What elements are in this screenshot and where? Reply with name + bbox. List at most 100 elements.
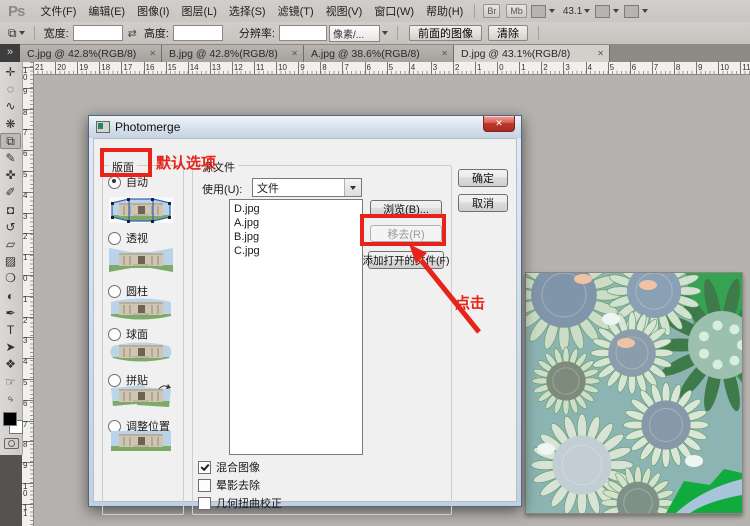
ruler-number: 2 bbox=[543, 63, 547, 72]
use-combobox[interactable]: 文件 bbox=[252, 178, 362, 197]
menu-item[interactable]: 滤镜(T) bbox=[272, 6, 320, 18]
view-extras-icon[interactable] bbox=[595, 5, 610, 18]
resolution-unit-select[interactable]: 像素/... bbox=[329, 25, 380, 42]
swap-width-height-icon[interactable]: ⇄ bbox=[128, 27, 137, 40]
document-tab[interactable]: C.jpg @ 42.8%(RGB/8)✕ bbox=[20, 45, 162, 62]
ruler-number: 20 bbox=[57, 63, 66, 72]
width-input[interactable] bbox=[73, 25, 123, 41]
tab-overflow-button[interactable]: » bbox=[0, 44, 20, 62]
history-brush-tool[interactable]: ↺ bbox=[0, 219, 21, 235]
ruler-number: 7 bbox=[23, 130, 27, 137]
crop-tool[interactable]: ⧉ bbox=[0, 133, 21, 149]
pen-tool[interactable]: ✒ bbox=[0, 305, 21, 321]
file-list-item[interactable]: D.jpg bbox=[234, 202, 362, 216]
chevron-down-icon[interactable] bbox=[19, 31, 25, 35]
checkbox-row[interactable]: 晕影去除 bbox=[198, 477, 260, 493]
screen-mode-icon[interactable] bbox=[624, 5, 639, 18]
height-label: 高度: bbox=[144, 25, 169, 41]
type-tool[interactable]: T bbox=[0, 322, 21, 338]
menu-bar: Ps 文件(F)编辑(E)图像(I)图层(L)选择(S)滤镜(T)视图(V)窗口… bbox=[0, 0, 750, 23]
clear-button[interactable]: 清除 bbox=[488, 25, 528, 41]
custom-shape-tool[interactable]: ❖ bbox=[0, 356, 21, 372]
ruler-tick bbox=[121, 62, 122, 74]
dodge-tool[interactable]: ◐ bbox=[0, 288, 21, 304]
menu-item[interactable]: 编辑(E) bbox=[82, 6, 131, 18]
path-selection-tool[interactable]: ➤ bbox=[0, 339, 21, 355]
ruler-number: 7 bbox=[654, 63, 658, 72]
dialog-titlebar[interactable]: Photomerge bbox=[89, 116, 521, 138]
menu-item[interactable]: 窗口(W) bbox=[368, 6, 420, 18]
ruler-tick bbox=[608, 62, 609, 74]
ruler-number: 1 1 bbox=[23, 505, 27, 518]
quick-mask-icon[interactable] bbox=[4, 438, 19, 449]
height-input[interactable] bbox=[173, 25, 223, 41]
blur-tool-icon: ❍ bbox=[5, 272, 16, 284]
menu-item[interactable]: 视图(V) bbox=[320, 6, 369, 18]
menu-item[interactable]: 图像(I) bbox=[131, 6, 175, 18]
ruler-tick bbox=[77, 62, 78, 74]
resolution-label: 分辨率: bbox=[239, 25, 275, 41]
document-tab[interactable]: D.jpg @ 43.1%(RGB/8)✕ bbox=[454, 45, 610, 62]
brush-tool[interactable]: ✐ bbox=[0, 184, 21, 200]
ruler-tick bbox=[276, 62, 277, 74]
options-divider bbox=[34, 26, 35, 40]
document-tab[interactable]: B.jpg @ 42.8%(RGB/8)✕ bbox=[162, 45, 304, 62]
tab-close-icon[interactable]: ✕ bbox=[441, 49, 448, 58]
menubar-divider bbox=[474, 4, 475, 18]
move-tool[interactable]: ✛ bbox=[0, 64, 21, 80]
horizontal-ruler: 2120191817161514131211109876543210123456… bbox=[33, 62, 750, 75]
menu-item[interactable]: 选择(S) bbox=[223, 6, 272, 18]
file-list-item[interactable]: A.jpg bbox=[234, 216, 362, 230]
close-icon[interactable]: ✕ bbox=[483, 116, 515, 132]
photomerge-dialog: Photomerge ✕ 版面 自动透视圆柱球面拼贴调整位置 源文件 使用(U)… bbox=[88, 115, 522, 507]
tab-close-icon[interactable]: ✕ bbox=[597, 49, 604, 58]
clone-stamp-tool[interactable]: ◘ bbox=[0, 202, 21, 218]
foreground-color-swatch[interactable] bbox=[3, 412, 17, 426]
hand-tool[interactable]: ☞ bbox=[0, 374, 21, 390]
mini-bridge-button[interactable]: Mb bbox=[506, 4, 527, 18]
arrange-documents-icon[interactable] bbox=[531, 5, 546, 18]
document-tab[interactable]: A.jpg @ 38.6%(RGB/8)✕ bbox=[304, 45, 454, 62]
ruler-number: 2 bbox=[23, 318, 27, 325]
lasso-tool[interactable]: ∿ bbox=[0, 98, 21, 114]
tab-close-icon[interactable]: ✕ bbox=[291, 49, 298, 58]
marquee-tool[interactable]: ◌ bbox=[0, 81, 21, 97]
cancel-button[interactable]: 取消 bbox=[458, 194, 508, 212]
crop-tool-icon: ⧉ bbox=[8, 27, 17, 39]
file-list-item[interactable]: B.jpg bbox=[234, 230, 362, 244]
ruler-number: 4 bbox=[411, 63, 415, 72]
eyedropper-tool[interactable]: ✎ bbox=[0, 150, 21, 166]
quick-selection-tool[interactable]: ❋ bbox=[0, 116, 21, 132]
menu-item[interactable]: 图层(L) bbox=[175, 6, 222, 18]
tab-close-icon[interactable]: ✕ bbox=[149, 49, 156, 58]
bridge-button[interactable]: Br bbox=[483, 4, 500, 18]
resolution-input[interactable] bbox=[279, 25, 327, 41]
ruler-number: 4 bbox=[588, 63, 592, 72]
zoom-level-value[interactable]: 43.1 bbox=[563, 6, 582, 17]
menu-item[interactable]: 文件(F) bbox=[34, 6, 82, 18]
blur-tool[interactable]: ❍ bbox=[0, 270, 21, 286]
gradient-tool[interactable]: ▨ bbox=[0, 253, 21, 269]
document-canvas-sunflower-artwork[interactable] bbox=[525, 272, 743, 514]
file-list-item[interactable]: C.jpg bbox=[234, 244, 362, 258]
document-tab-bar: » C.jpg @ 42.8%(RGB/8)✕B.jpg @ 42.8%(RGB… bbox=[0, 44, 750, 62]
radio-button[interactable] bbox=[108, 232, 121, 245]
checkbox-row[interactable]: 混合图像 bbox=[198, 459, 260, 475]
radio-button[interactable] bbox=[108, 176, 121, 189]
checkbox[interactable] bbox=[198, 461, 211, 474]
menu-item[interactable]: 帮助(H) bbox=[420, 6, 469, 18]
checkbox-row[interactable]: 几何扭曲校正 bbox=[198, 495, 282, 511]
front-image-button[interactable]: 前面的图像 bbox=[409, 25, 482, 41]
ruler-number: 6 bbox=[23, 401, 27, 408]
ok-button[interactable]: 确定 bbox=[458, 169, 508, 187]
source-file-list[interactable]: D.jpgA.jpgB.jpgC.jpg bbox=[229, 199, 363, 455]
checkbox[interactable] bbox=[198, 497, 211, 510]
dialog-title: Photomerge bbox=[115, 120, 180, 134]
checkbox[interactable] bbox=[198, 479, 211, 492]
eraser-tool-icon: ▱ bbox=[6, 238, 15, 250]
healing-brush-tool[interactable]: ✜ bbox=[0, 167, 21, 183]
eraser-tool[interactable]: ▱ bbox=[0, 236, 21, 252]
layout-option-2[interactable]: 透视 bbox=[108, 230, 148, 246]
zoom-tool[interactable]: ♀ bbox=[0, 391, 21, 407]
use-label: 使用(U): bbox=[202, 181, 242, 197]
